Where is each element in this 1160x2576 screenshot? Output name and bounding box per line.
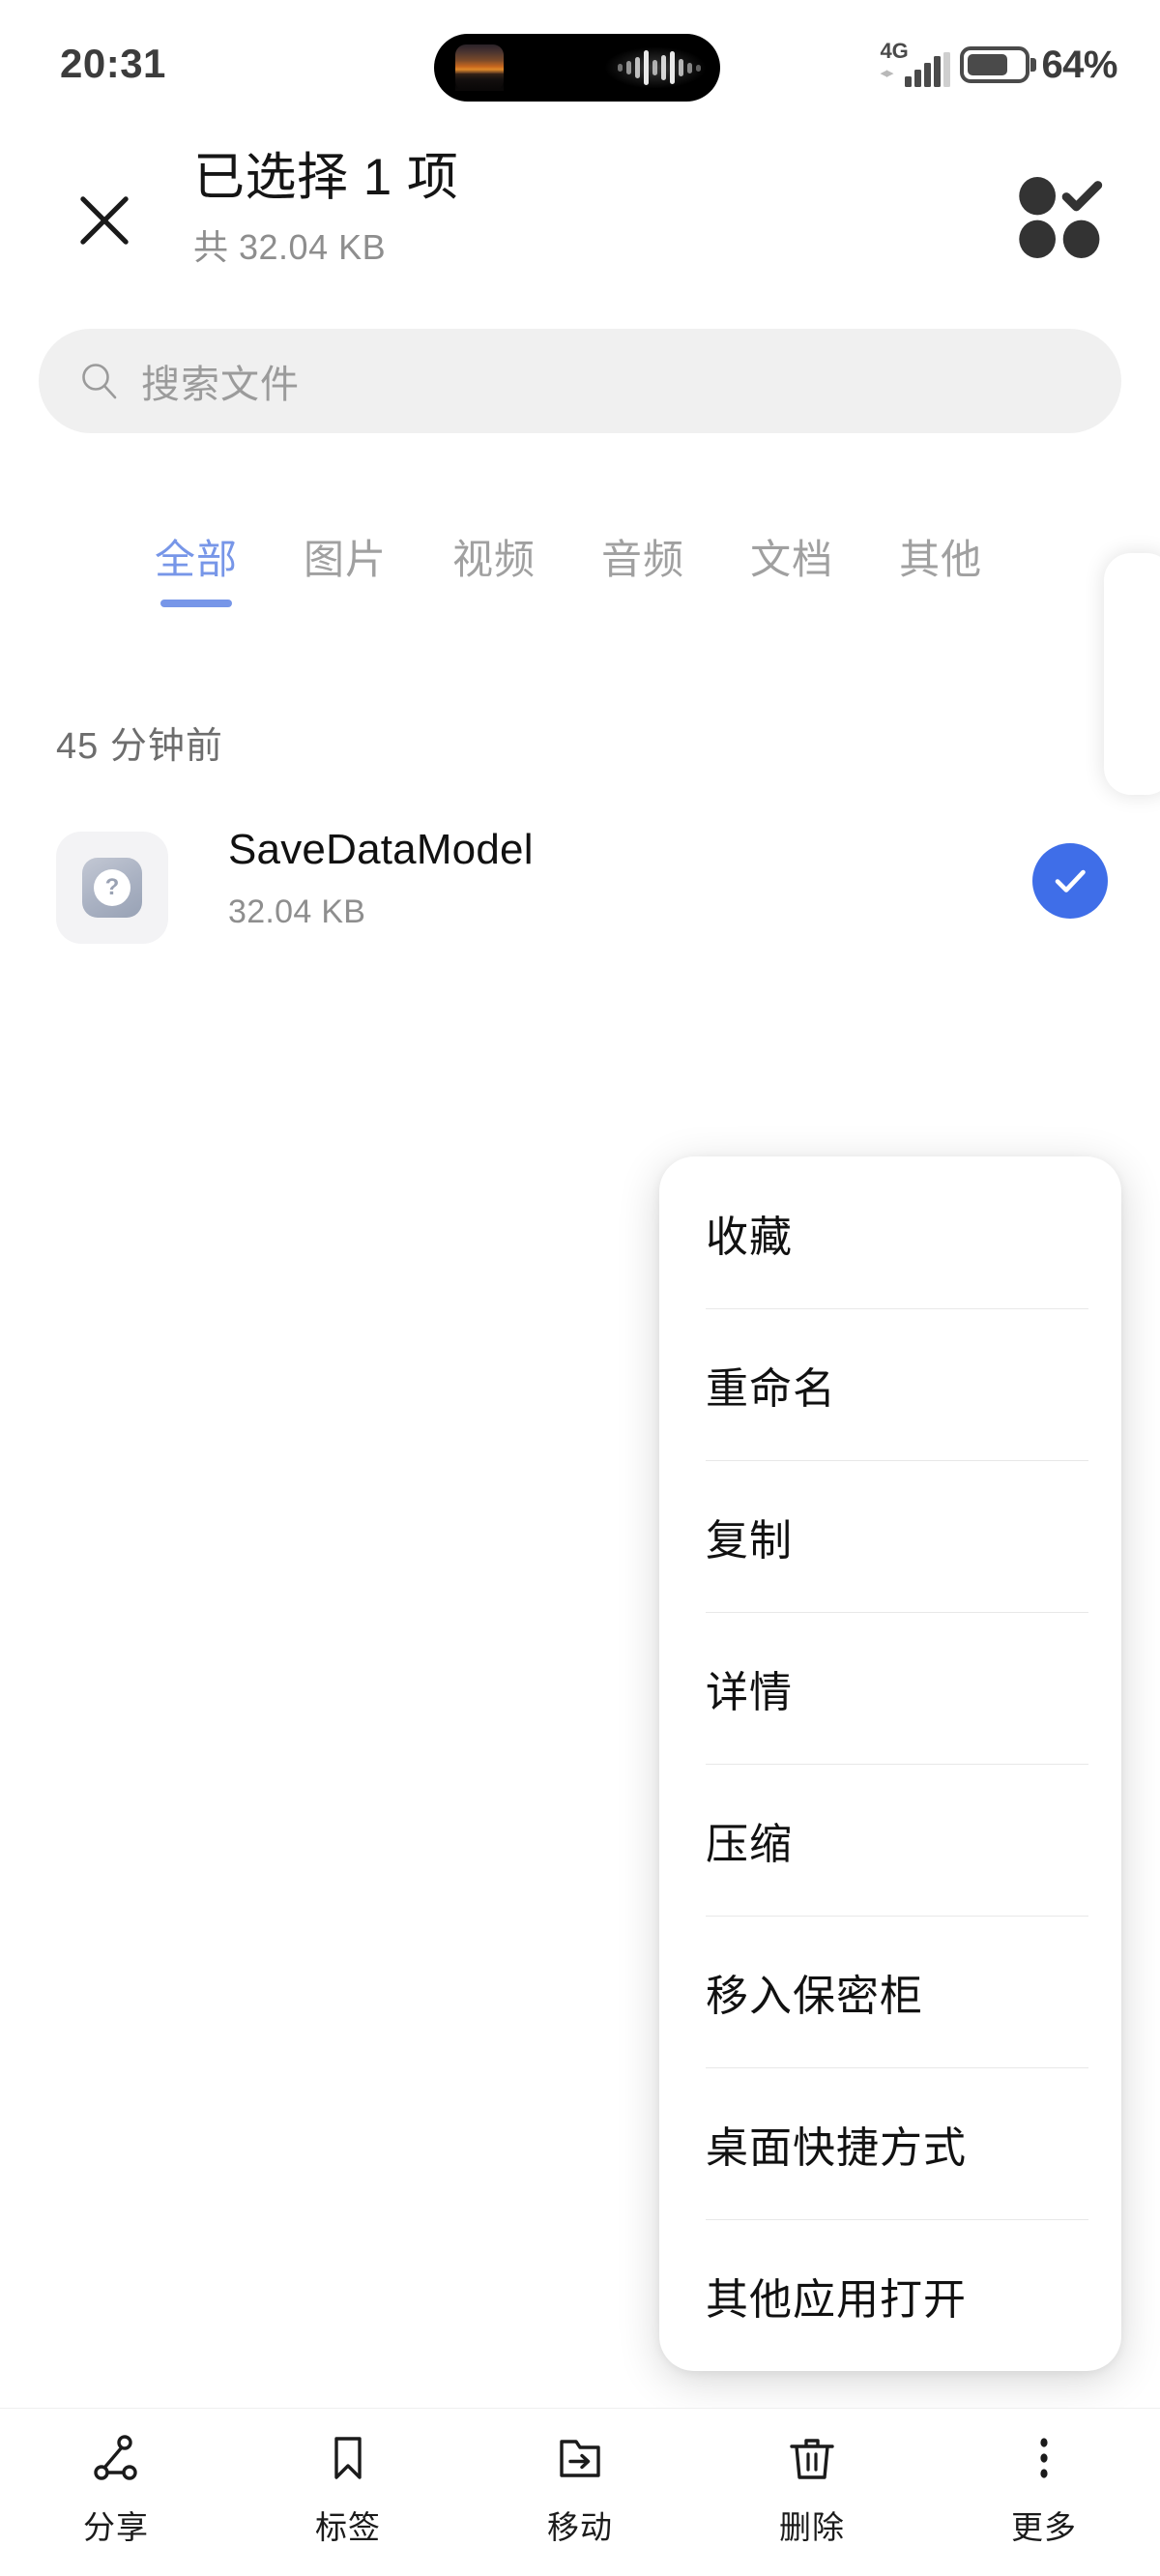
more-label: 更多 bbox=[1011, 2509, 1077, 2545]
question-mark-icon: ? bbox=[94, 869, 130, 906]
move-button[interactable]: 移动 bbox=[464, 2409, 696, 2576]
file-size-label: 32.04 KB bbox=[228, 893, 366, 930]
album-art-thumbnail bbox=[455, 44, 504, 91]
category-tabs: 全部 图片 视频 音频 文档 其他 bbox=[0, 517, 1160, 639]
menu-item-desktop-shortcut[interactable]: 桌面快捷方式 bbox=[659, 2067, 1121, 2219]
search-placeholder: 搜索文件 bbox=[141, 364, 300, 406]
tab-videos[interactable]: 视频 bbox=[452, 517, 536, 586]
trash-icon bbox=[784, 2430, 840, 2486]
battery-percent-label: 64% bbox=[1041, 43, 1117, 86]
move-label: 移动 bbox=[547, 2509, 613, 2545]
edge-floating-panel[interactable] bbox=[1104, 553, 1160, 795]
unknown-file-icon: ? bbox=[56, 832, 168, 944]
share-icon bbox=[88, 2430, 144, 2486]
share-label: 分享 bbox=[83, 2509, 149, 2545]
total-size-label: 共 32.04 KB bbox=[193, 226, 387, 267]
tab-others[interactable]: 其他 bbox=[899, 517, 982, 586]
search-input[interactable]: 搜索文件 bbox=[39, 329, 1121, 433]
audio-waveform-icon bbox=[618, 48, 701, 87]
checkbox-checked-icon[interactable] bbox=[1032, 843, 1108, 919]
date-group-header: 45 分钟前 bbox=[56, 726, 223, 767]
menu-item-open-with[interactable]: 其他应用打开 bbox=[659, 2219, 1121, 2371]
tag-button[interactable]: 标签 bbox=[232, 2409, 464, 2576]
delete-button[interactable]: 删除 bbox=[696, 2409, 928, 2576]
tab-audio[interactable]: 音频 bbox=[601, 517, 684, 586]
tag-label: 标签 bbox=[315, 2509, 381, 2545]
menu-item-details[interactable]: 详情 bbox=[659, 1612, 1121, 1764]
title-block: 已选择 1 项 共 32.04 KB bbox=[193, 147, 458, 270]
file-name-label: SaveDataModel bbox=[228, 826, 534, 873]
select-all-icon[interactable] bbox=[1015, 176, 1108, 259]
tab-all[interactable]: 全部 bbox=[155, 517, 238, 586]
bookmark-icon bbox=[320, 2430, 376, 2486]
tab-images[interactable]: 图片 bbox=[304, 517, 387, 586]
folder-move-icon bbox=[552, 2430, 608, 2486]
battery-icon bbox=[960, 46, 1030, 83]
menu-item-compress[interactable]: 压缩 bbox=[659, 1764, 1121, 1916]
table-row[interactable]: ? SaveDataModel 32.04 KB bbox=[0, 820, 1160, 955]
page-title: 已选择 1 项 bbox=[193, 149, 459, 206]
tab-documents[interactable]: 文档 bbox=[750, 517, 833, 586]
battery-fill bbox=[968, 54, 1008, 75]
file-icon-badge: ? bbox=[82, 858, 142, 918]
search-icon bbox=[79, 361, 120, 401]
bottom-action-bar: 分享 标签 移动 删除 更多 bbox=[0, 2408, 1160, 2576]
menu-item-move-to-safe[interactable]: 移入保密柜 bbox=[659, 1916, 1121, 2067]
menu-item-favorite[interactable]: 收藏 bbox=[659, 1156, 1121, 1308]
file-manager-screen: 20:31 4G ◂▸ 64% 已选择 1 项 共 32.04 KB 搜索文件 … bbox=[0, 0, 1160, 2576]
status-bar: 20:31 4G ◂▸ 64% bbox=[0, 0, 1160, 128]
delete-label: 删除 bbox=[779, 2509, 845, 2545]
more-vertical-icon bbox=[1016, 2430, 1072, 2486]
more-button[interactable]: 更多 bbox=[928, 2409, 1160, 2576]
share-button[interactable]: 分享 bbox=[0, 2409, 232, 2576]
dynamic-island[interactable] bbox=[434, 34, 720, 102]
signal-icon: 4G ◂▸ bbox=[880, 39, 951, 91]
status-indicators: 4G ◂▸ 64% bbox=[880, 35, 1117, 95]
context-menu: 收藏 重命名 复制 详情 压缩 移入保密柜 桌面快捷方式 其他应用打开 bbox=[659, 1156, 1121, 2371]
app-bar: 已选择 1 项 共 32.04 KB bbox=[0, 128, 1160, 302]
menu-item-rename[interactable]: 重命名 bbox=[659, 1308, 1121, 1460]
signal-bars-icon bbox=[905, 52, 951, 87]
menu-item-copy[interactable]: 复制 bbox=[659, 1460, 1121, 1612]
close-icon[interactable] bbox=[68, 184, 141, 257]
search-bar[interactable]: 搜索文件 bbox=[39, 329, 1121, 433]
data-arrows-icon: ◂▸ bbox=[880, 65, 893, 81]
status-time: 20:31 bbox=[60, 41, 166, 86]
network-type-label: 4G bbox=[880, 39, 909, 63]
